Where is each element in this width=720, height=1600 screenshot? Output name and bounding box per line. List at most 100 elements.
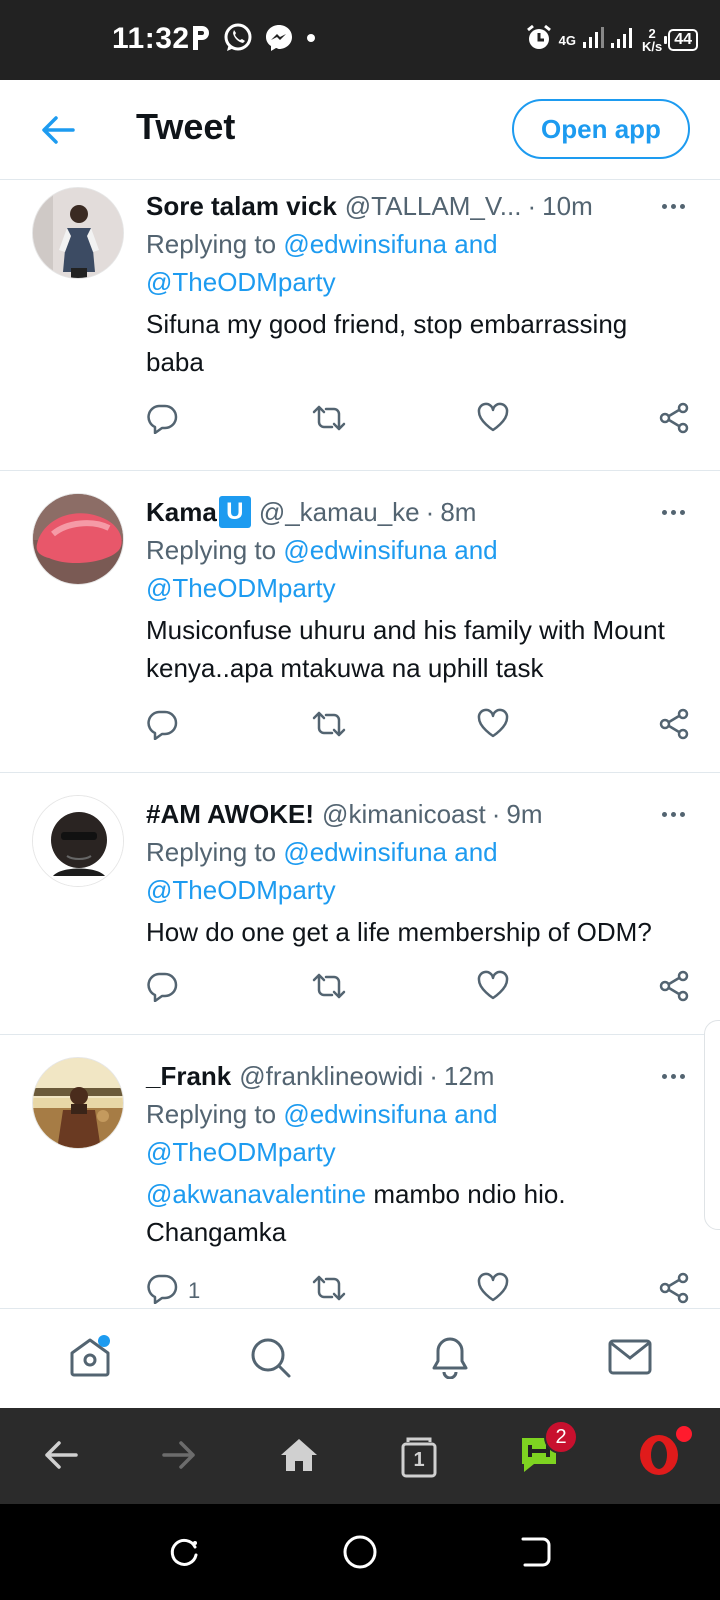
author-handle[interactable]: @franklineowidi [239,1061,423,1092]
more-options-icon[interactable] [656,187,690,225]
more-options-icon[interactable] [656,795,690,833]
whatsapp-icon [222,22,254,59]
tweet-header: #AM AWOKE! @kimanicoast · 9m [146,795,690,833]
replying-label: Replying to [146,1099,277,1129]
reply-mention-edwinsifuna[interactable]: @edwinsifuna [283,229,447,259]
bottom-navigation [0,1308,720,1408]
share-icon [658,1272,690,1308]
browser-toolbar: 1 2 [0,1408,720,1504]
messenger-icon [264,23,294,58]
arrow-left-icon [41,115,75,150]
open-app-button[interactable]: Open app [512,99,690,159]
tweet-text: How do one get a life membership of ODM? [146,913,690,951]
replies-feed[interactable]: Sore talam vick @TALLAM_V... · 10m Reply… [0,181,720,1308]
tweet-actions [146,969,690,1009]
author-handle[interactable]: @_kamau_ke [259,497,420,528]
text-mention-akwanavalentine[interactable]: @akwanavalentine [146,1179,366,1209]
tweet-header: Kama U @_kamau_ke · 8m [146,493,690,531]
nav-messages[interactable] [604,1333,656,1385]
tweet[interactable]: _Frank @franklineowidi · 12m Replying to… [0,1035,720,1308]
home-nav-button[interactable] [340,1534,380,1574]
reply-and[interactable]: and [454,1099,497,1129]
author-name[interactable]: Sore talam vick [146,191,337,222]
separator: · [527,190,537,221]
tweet[interactable]: Sore talam vick @TALLAM_V... · 10m Reply… [0,181,720,471]
like-button[interactable] [476,1271,510,1308]
replying-label: Replying to [146,837,277,867]
author-name[interactable]: Kama [146,497,217,528]
nav-home[interactable] [64,1333,116,1385]
browser-forward-button[interactable] [152,1430,206,1484]
author-name[interactable]: #AM AWOKE! [146,799,314,830]
tweet-time[interactable]: 8m [440,497,476,528]
tweet-body: #AM AWOKE! @kimanicoast · 9m Replying to… [146,795,690,951]
tweet-time[interactable]: 9m [506,799,542,830]
notification-dot [676,1426,692,1442]
browser-home-button[interactable] [272,1430,326,1484]
reply-mention-theodmparty[interactable]: @TheODMparty [146,875,336,905]
retweet-button[interactable] [310,401,348,441]
reply-icon [146,402,178,440]
share-button[interactable] [658,1271,690,1308]
opera-menu-button[interactable] [632,1426,692,1484]
retweet-icon [310,1272,348,1308]
reply-and[interactable]: and [454,229,497,259]
reply-mention-edwinsifuna[interactable]: @edwinsifuna [283,837,447,867]
reply-mention-theodmparty[interactable]: @TheODMparty [146,573,336,603]
like-button[interactable] [476,707,510,747]
reply-and[interactable]: and [454,535,497,565]
reply-mention-theodmparty[interactable]: @TheODMparty [146,1137,336,1167]
reply-and[interactable]: and [454,837,497,867]
net-speed: 2 K/s [642,27,662,53]
avatar[interactable] [32,795,124,887]
share-icon [658,402,690,440]
opera-icon [637,1433,681,1482]
share-button[interactable] [658,707,690,747]
share-icon [658,708,690,746]
more-options-icon[interactable] [656,493,690,531]
tweet-time[interactable]: 12m [444,1061,495,1092]
browser-tabs-button[interactable]: 1 [392,1430,446,1484]
more-options-icon[interactable] [656,1057,690,1095]
recent-apps-button[interactable] [164,1534,204,1574]
reply-button[interactable] [146,969,178,1009]
browser-back-button[interactable] [34,1430,88,1484]
dot-icon [304,31,318,50]
author-handle[interactable]: @TALLAM_V... [345,191,522,222]
battery-indicator: 44 [664,29,698,51]
reply-mention-theodmparty[interactable]: @TheODMparty [146,267,336,297]
reply-button[interactable] [146,707,178,747]
tweet[interactable]: Kama U @_kamau_ke · 8m Replying to @edwi… [0,471,720,773]
messages-icon [607,1337,653,1382]
author-name[interactable]: _Frank [146,1061,231,1092]
replying-label: Replying to [146,535,277,565]
back-button[interactable] [36,110,80,154]
like-button[interactable] [476,969,510,1009]
status-time: 11:32 [112,22,190,55]
side-panel-handle[interactable] [704,1020,720,1230]
system-navigation [0,1504,720,1600]
reply-button[interactable] [146,401,178,441]
avatar[interactable] [32,187,124,279]
retweet-button[interactable] [310,969,348,1009]
reply-icon [146,970,178,1008]
avatar[interactable] [32,493,124,585]
avatar[interactable] [32,1057,124,1149]
nav-notifications[interactable] [424,1333,476,1385]
share-button[interactable] [658,969,690,1009]
reply-button[interactable]: 1 [146,1271,200,1308]
reply-mention-edwinsifuna[interactable]: @edwinsifuna [283,1099,447,1129]
tweet-body: Sore talam vick @TALLAM_V... · 10m Reply… [146,187,690,381]
share-button[interactable] [658,401,690,441]
browser-chat-button[interactable]: 2 [512,1420,578,1484]
tweet[interactable]: #AM AWOKE! @kimanicoast · 9m Replying to… [0,773,720,1035]
reply-mention-edwinsifuna[interactable]: @edwinsifuna [283,535,447,565]
retweet-button[interactable] [310,707,348,747]
tweet-time[interactable]: 10m [542,191,593,222]
author-handle[interactable]: @kimanicoast [322,799,486,830]
tweet-text: Musiconfuse uhuru and his family with Mo… [146,611,690,687]
back-nav-button[interactable] [516,1534,556,1574]
like-button[interactable] [476,401,510,441]
nav-search[interactable] [244,1333,296,1385]
retweet-button[interactable] [310,1271,348,1308]
